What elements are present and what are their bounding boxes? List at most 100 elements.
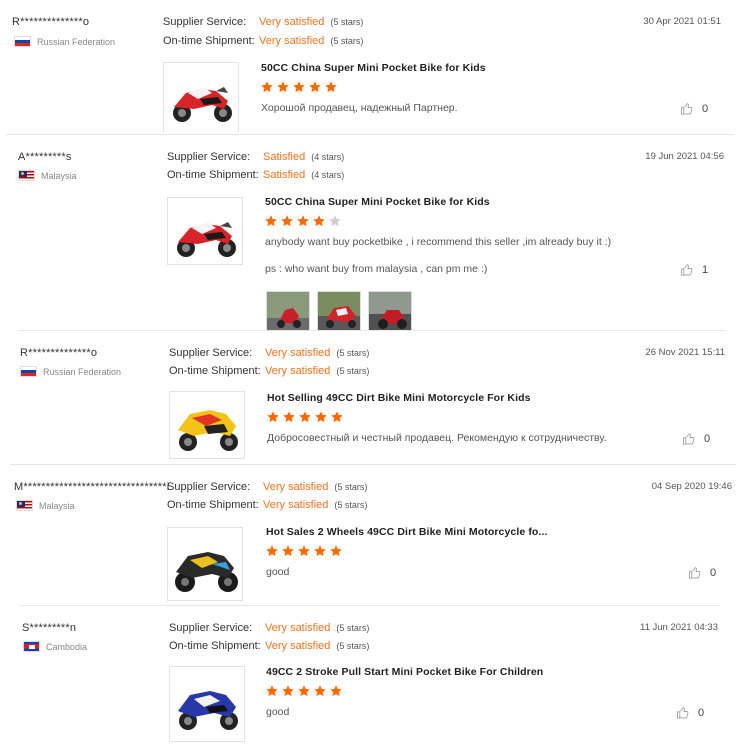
review-card: R**************o Russian Federation Supp… [18,330,726,462]
customer-photo-image [369,292,411,330]
ontime-shipment-rating: On-time Shipment: Very satisfied (5 star… [169,365,369,377]
review-date: 04 Sep 2020 19:46 [651,481,732,492]
buyer-name: R**************o [20,347,98,359]
ontime-shipment-rating: On-time Shipment: Very satisfied (5 star… [163,35,363,47]
star-filled-icon [266,410,280,424]
review-date: 26 Nov 2021 15:11 [645,347,725,358]
product-title-link[interactable]: 49CC 2 Stroke Pull Start Mini Pocket Bik… [266,666,543,678]
star-filled-icon [297,684,311,698]
customer-photo-image [267,292,309,330]
review-card: A*********s Malaysia Supplier Service: S… [6,134,734,331]
rating-stars [266,410,344,424]
supplier-service-value: Very satisfied [265,622,331,634]
review-date: 11 Jun 2021 04:33 [639,622,718,633]
buyer-name: A*********s [18,151,72,163]
buyer-country: Malaysia [18,170,77,181]
ontime-shipment-stars: (5 stars) [336,366,370,376]
helpful-count: 0 [698,707,705,719]
ontime-shipment-value: Satisfied [263,169,306,181]
supplier-service-value: Satisfied [263,151,306,163]
helpful-button[interactable]: 0 [682,432,710,446]
supplier-service-value: Very satisfied [259,16,325,28]
customer-photo-1[interactable] [266,291,310,331]
country-name: Malaysia [39,500,75,511]
product-image[interactable] [167,197,243,265]
supplier-service-rating: Supplier Service: Very satisfied (5 star… [169,622,369,634]
supplier-service-label: Supplier Service: [169,347,253,359]
star-filled-icon [265,544,279,558]
star-filled-icon [298,410,312,424]
ontime-shipment-label: On-time Shipment: [169,640,261,652]
ontime-shipment-rating: On-time Shipment: Satisfied (4 stars) [167,169,344,181]
ontime-shipment-stars: (4 stars) [311,170,345,180]
star-filled-icon [296,214,310,228]
product-image[interactable] [169,666,245,742]
customer-photo-image [318,292,360,330]
product-image[interactable] [169,391,245,459]
helpful-button[interactable]: 0 [676,706,704,720]
ontime-shipment-value: Very satisfied [265,640,331,652]
review-date: 30 Apr 2021 01:51 [643,16,721,27]
customer-photo-3[interactable] [368,291,412,331]
rating-stars [265,544,343,558]
pocket-bike-image [164,63,239,131]
country-name: Malaysia [41,170,77,181]
star-filled-icon [280,214,294,228]
star-filled-icon [308,80,322,94]
review-date: 19 Jun 2021 04:56 [645,151,724,162]
helpful-count: 1 [702,264,709,276]
pocket-bike-image [170,392,245,459]
star-filled-icon [313,684,327,698]
rating-stars [265,684,343,698]
star-filled-icon [276,80,290,94]
supplier-service-label: Supplier Service: [167,481,251,493]
product-title-link[interactable]: Hot Selling 49CC Dirt Bike Mini Motorcyc… [267,392,531,404]
country-name: Cambodia [46,641,88,652]
ontime-shipment-stars: (5 stars) [336,641,370,651]
product-title-link[interactable]: Hot Sales 2 Wheels 49CC Dirt Bike Mini M… [266,526,547,538]
pocket-bike-image [168,198,243,265]
review-card: S*********n Cambodia Supplier Service: V… [20,605,720,750]
buyer-name: R**************o [12,16,90,28]
buyer-country: Malaysia [16,500,75,511]
ontime-shipment-stars: (5 stars) [330,36,364,46]
review-comment: anybody want buy pocketbike , i recommen… [265,236,612,248]
product-title-link[interactable]: 50CC China Super Mini Pocket Bike for Ki… [261,62,486,74]
review-comment: Добросовестный и честный продавец. Реком… [267,432,607,444]
supplier-service-label: Supplier Service: [169,622,253,634]
review-card: R**************o Russian Federation Supp… [8,0,734,133]
star-filled-icon [281,544,295,558]
supplier-service-rating: Supplier Service: Satisfied (4 stars) [167,151,344,163]
supplier-service-stars: (5 stars) [336,348,370,358]
thumbs-up-icon [680,102,694,116]
helpful-button[interactable]: 0 [688,566,716,580]
product-image[interactable] [163,62,239,132]
malaysia-flag-icon [16,500,33,511]
ontime-shipment-label: On-time Shipment: [163,35,255,47]
star-filled-icon [297,544,311,558]
helpful-button[interactable]: 1 [680,263,708,277]
review-comment: good [266,566,290,578]
star-filled-icon [282,410,296,424]
star-filled-icon [260,80,274,94]
star-filled-icon [312,214,326,228]
thumbs-up-icon [680,263,694,277]
supplier-service-stars: (4 stars) [311,152,345,162]
supplier-service-value: Very satisfied [263,481,329,493]
star-filled-icon [292,80,306,94]
supplier-service-value: Very satisfied [265,347,331,359]
country-name: Russian Federation [43,366,122,377]
ontime-shipment-label: On-time Shipment: [167,169,259,181]
country-name: Russian Federation [37,36,116,47]
product-image[interactable] [167,527,243,601]
product-title-link[interactable]: 50CC China Super Mini Pocket Bike for Ki… [265,196,490,208]
helpful-button[interactable]: 0 [680,102,708,116]
ontime-shipment-rating: On-time Shipment: Very satisfied (5 star… [169,640,369,652]
star-filled-icon [264,214,278,228]
review-card: M********************************i Malay… [10,464,736,604]
star-filled-icon [265,684,279,698]
customer-photo-2[interactable] [317,291,361,331]
malaysia-flag-icon [18,170,35,181]
helpful-count: 0 [704,433,711,445]
ontime-shipment-stars: (5 stars) [334,500,368,510]
